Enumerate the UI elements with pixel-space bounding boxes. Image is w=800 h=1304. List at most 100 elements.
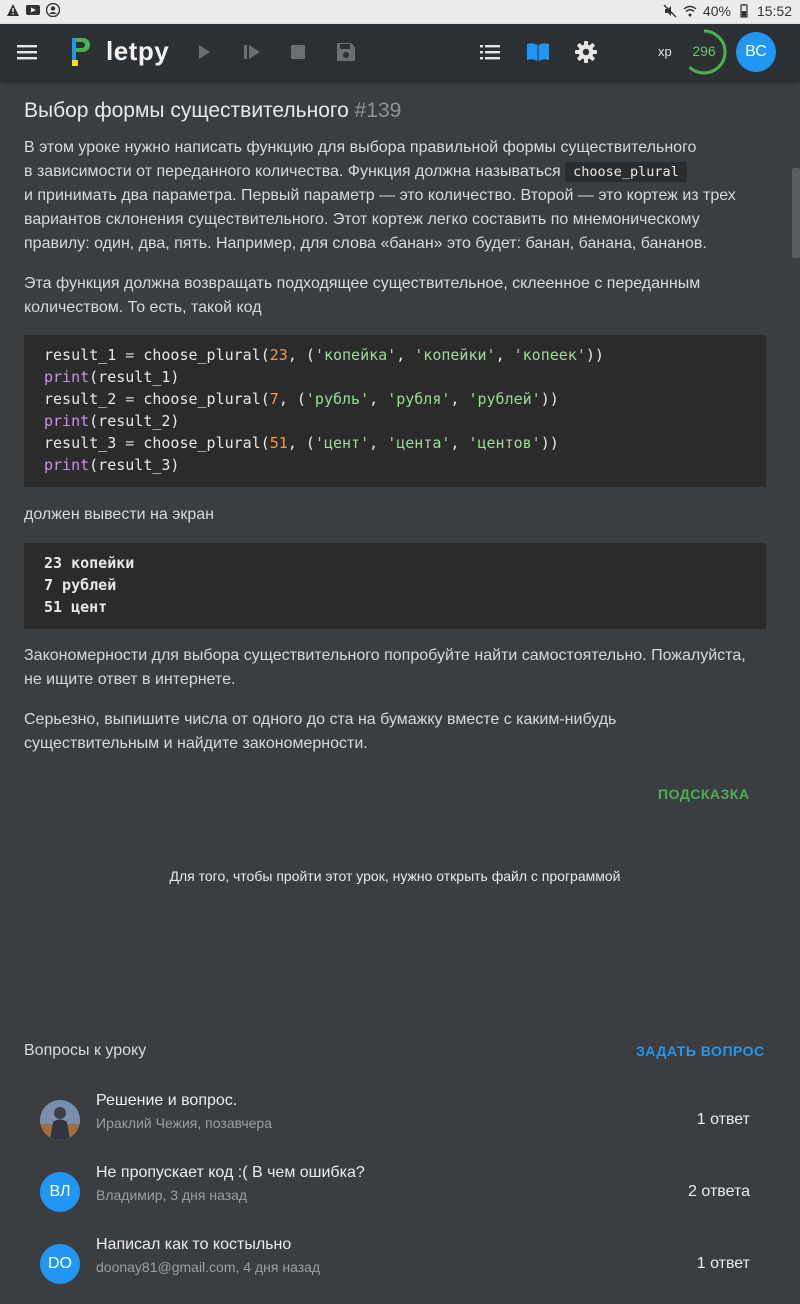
code-token: 'цента' xyxy=(387,434,451,452)
output-line: 23 копейки xyxy=(44,554,135,572)
code-token: 'рублей' xyxy=(468,390,541,408)
battery-icon xyxy=(740,4,748,18)
answers-count: 2 ответа xyxy=(688,1183,750,1200)
question-avatar: DO xyxy=(40,1244,80,1284)
logo-icon[interactable] xyxy=(70,34,94,70)
code-token: , xyxy=(450,434,469,452)
wifi-icon xyxy=(683,5,697,17)
code-token: result_2 xyxy=(44,390,126,408)
text-line: В этом уроке нужно написать функцию для … xyxy=(24,139,697,156)
code-token: 'копейка' xyxy=(314,346,397,364)
answers-count: 1 ответ xyxy=(696,1255,750,1272)
code-token: print xyxy=(44,412,90,430)
book-icon xyxy=(527,43,549,61)
code-token: 'рубль' xyxy=(305,390,370,408)
text-line: не ищите ответ в интернете. xyxy=(24,671,236,688)
code-token: choose_plural( xyxy=(134,434,270,452)
code-token: 23 xyxy=(269,346,288,364)
question-item[interactable]: Решение и вопрос. Ираклий Чежия, позавче… xyxy=(40,1092,750,1160)
lesson-book-button[interactable] xyxy=(520,34,556,70)
code-token: , ( xyxy=(287,346,315,364)
step-icon xyxy=(244,45,260,59)
lesson-paragraph-1: В этом уроке нужно написать функцию для … xyxy=(24,136,764,256)
code-token: result_1 xyxy=(44,346,126,364)
code-line: print(result_1) xyxy=(44,366,746,388)
code-token: print xyxy=(44,456,90,474)
code-token: , xyxy=(396,346,415,364)
question-meta: Ираклий Чежия, позавчера xyxy=(96,1115,272,1131)
save-button[interactable] xyxy=(328,34,364,70)
code-token: , xyxy=(369,434,388,452)
user-avatar[interactable]: ВС xyxy=(736,32,776,72)
lesson-number: #139 xyxy=(354,99,402,122)
lesson-paragraph-3: должен вывести на экран xyxy=(24,506,215,523)
scrollbar-thumb[interactable] xyxy=(792,168,800,258)
code-token: )) xyxy=(540,390,559,408)
lesson-paragraph-2: Эта функция должна возвращать подходящее… xyxy=(24,272,764,320)
ask-question-button[interactable]: ЗАДАТЬ ВОПРОС xyxy=(636,1043,765,1059)
stop-button[interactable] xyxy=(280,34,316,70)
code-token: , xyxy=(369,390,388,408)
code-token: 'рубля' xyxy=(387,390,451,408)
code-token: 51 xyxy=(269,434,288,452)
settings-button[interactable] xyxy=(568,34,604,70)
lessons-list-button[interactable] xyxy=(472,34,508,70)
code-line: print(result_2) xyxy=(44,410,746,432)
text-line: Закономерности для выбора существительно… xyxy=(24,647,746,664)
output-example-block: 23 копейки 7 рублей 51 цент xyxy=(24,543,766,629)
xp-value: 296 xyxy=(692,43,716,59)
code-token: = xyxy=(125,434,135,452)
code-line: result_3 = choose_plural(51, ('цент', 'ц… xyxy=(44,432,746,454)
question-item[interactable]: DO Написал как то костыльно doonay81@gma… xyxy=(40,1236,750,1304)
lesson-paragraph-4: Закономерности для выбора существительно… xyxy=(24,644,764,692)
question-title[interactable]: Написал как то костыльно xyxy=(96,1236,291,1254)
output-line: 51 цент xyxy=(44,598,108,616)
code-token: , ( xyxy=(287,434,315,452)
text-line: и принимать два параметра. Первый параме… xyxy=(24,187,736,204)
menu-button[interactable] xyxy=(10,34,46,70)
code-token: 7 xyxy=(269,390,279,408)
code-token: choose_plural( xyxy=(134,346,270,364)
code-token: print xyxy=(44,368,90,386)
code-token: = xyxy=(125,346,135,364)
code-example-block: result_1 = choose_plural(23, ('копейка',… xyxy=(24,335,766,487)
run-icon xyxy=(199,45,210,59)
xp-label: xp xyxy=(658,44,672,59)
lesson-paragraph-5: Серьезно, выпишите числа от одного до ст… xyxy=(24,708,764,756)
save-icon xyxy=(337,43,355,61)
code-token: result_3 xyxy=(44,434,126,452)
question-meta: Владимир, 3 дня назад xyxy=(96,1187,248,1203)
menu-icon xyxy=(17,45,37,60)
text-line: вариантов склонения существительного. Эт… xyxy=(24,211,700,228)
code-token: 'цент' xyxy=(314,434,370,452)
hint-button[interactable]: ПОДСКАЗКА xyxy=(658,786,749,802)
text-line: существительным и найдите закономерности… xyxy=(24,735,368,752)
code-token: )) xyxy=(585,346,604,364)
run-button[interactable] xyxy=(186,34,222,70)
scrollbar[interactable] xyxy=(792,80,800,1280)
account-icon xyxy=(46,3,60,17)
code-token: (result_1) xyxy=(89,368,180,386)
text-line: Серьезно, выпишите числа от одного до ст… xyxy=(24,711,617,728)
text-line: правилу: один, два, пять. Например, для … xyxy=(24,235,707,252)
code-token: , xyxy=(450,390,469,408)
code-token: , ( xyxy=(278,390,306,408)
warning-icon xyxy=(7,4,19,16)
question-title[interactable]: Решение и вопрос. xyxy=(96,1092,237,1110)
inline-code: choose_plural xyxy=(565,162,687,182)
youtube-icon xyxy=(26,5,40,15)
user-photo-icon xyxy=(40,1100,80,1140)
mute-icon xyxy=(663,4,677,18)
code-token: (result_2) xyxy=(89,412,180,430)
question-item[interactable]: ВЛ Не пропускает код :( В чем ошибка? Вл… xyxy=(40,1164,750,1232)
question-meta: doonay81@gmail.com, 4 дня назад xyxy=(96,1259,321,1275)
logo-text[interactable]: letpy xyxy=(106,36,169,67)
code-token: 'копеек' xyxy=(513,346,586,364)
text-line: Эта функция должна возвращать подходящее… xyxy=(24,275,701,292)
code-token: )) xyxy=(540,434,559,452)
question-title[interactable]: Не пропускает код :( В чем ошибка? xyxy=(96,1164,365,1182)
text-line: количеством. То есть, такой код xyxy=(24,299,262,316)
list-icon xyxy=(480,45,500,60)
code-token: 'копейки' xyxy=(414,346,496,364)
step-button[interactable] xyxy=(234,34,270,70)
